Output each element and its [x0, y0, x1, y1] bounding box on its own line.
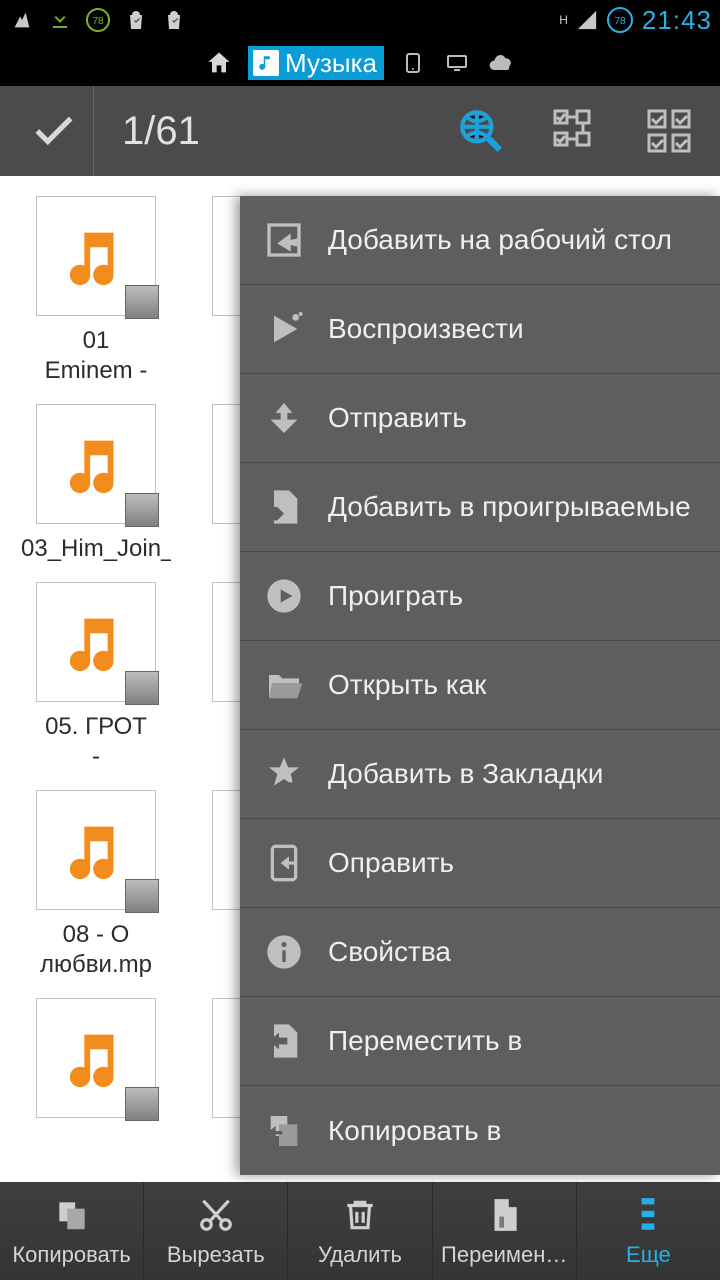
shortcut-icon [262, 218, 306, 262]
signal-icon [576, 9, 598, 31]
music-file-icon [36, 998, 156, 1118]
home-icon[interactable] [204, 48, 234, 78]
more-label: Еще [626, 1242, 671, 1268]
file-label: 05. ГРОТ - [21, 712, 171, 772]
copy-to-icon [262, 1109, 306, 1153]
music-file-icon [36, 196, 156, 316]
tree-select-icon[interactable] [548, 104, 602, 158]
bag-icon-2 [160, 6, 188, 34]
cut-button[interactable]: Вырезать [144, 1182, 288, 1280]
clock: 21:43 [642, 5, 712, 36]
play-icon [262, 307, 306, 351]
menu-item-play-circle[interactable]: Проиграть [240, 552, 720, 641]
context-menu: Добавить на рабочий стол Воспроизвести Отп… [240, 196, 720, 1175]
menu-item-label: Переместить в [328, 1025, 522, 1057]
file-item[interactable]: 08 - О любви.mp [14, 790, 178, 980]
usb-icon [8, 6, 36, 34]
more-button[interactable]: Еще [577, 1182, 720, 1280]
path-tabs: Музыка [0, 40, 720, 86]
bag-icon [122, 6, 150, 34]
bottom-toolbar: Копировать Вырезать Удалить Переимен… Ещ… [0, 1182, 720, 1280]
selection-counter: 1/61 [122, 109, 454, 154]
phone-icon[interactable] [398, 48, 428, 78]
share-device-icon [262, 841, 306, 885]
folder-open-icon [262, 663, 306, 707]
star-add-icon [262, 752, 306, 796]
menu-item-label: Отправить [328, 402, 467, 434]
copy-icon [51, 1194, 93, 1236]
file-label: 08 - О любви.mp [21, 920, 171, 980]
more-icon [627, 1194, 669, 1236]
ring-78-icon: 78 [606, 6, 634, 34]
svg-text:78: 78 [614, 16, 626, 27]
menu-item-label: Воспроизвести [328, 313, 524, 345]
pc-icon[interactable] [442, 48, 472, 78]
menu-item-copy-to[interactable]: Копировать в [240, 1086, 720, 1175]
menu-item-add-file[interactable]: Добавить в проигрываемые [240, 463, 720, 552]
play-circle-icon [262, 574, 306, 618]
copy-button[interactable]: Копировать [0, 1182, 144, 1280]
rename-icon [483, 1194, 525, 1236]
menu-item-play[interactable]: Воспроизвести [240, 285, 720, 374]
rename-button[interactable]: Переимен… [433, 1182, 577, 1280]
music-icon [253, 50, 279, 76]
menu-item-label: Добавить в проигрываемые [328, 491, 691, 523]
file-label: 01 Eminem - [21, 326, 171, 386]
menu-item-info[interactable]: Свойства [240, 908, 720, 997]
svg-text:78: 78 [92, 16, 104, 27]
menu-item-shortcut[interactable]: Добавить на рабочий стол [240, 196, 720, 285]
delete-label: Удалить [318, 1242, 402, 1268]
info-icon [262, 930, 306, 974]
status-bar: 78 H 78 21:43 [0, 0, 720, 40]
music-file-icon [36, 582, 156, 702]
cut-label: Вырезать [167, 1242, 265, 1268]
network-label: H [559, 13, 568, 27]
menu-item-label: Открыть как [328, 669, 486, 701]
search-web-icon[interactable] [454, 104, 508, 158]
send-icon [262, 396, 306, 440]
tab-music-label: Музыка [285, 48, 377, 79]
file-item[interactable]: 05. ГРОТ - [14, 582, 178, 772]
file-item[interactable] [14, 998, 178, 1128]
cloud-icon[interactable] [486, 48, 516, 78]
tab-music[interactable]: Музыка [248, 46, 384, 80]
file-item[interactable]: 01 Eminem - [14, 196, 178, 386]
menu-item-label: Копировать в [328, 1115, 501, 1147]
menu-item-label: Проиграть [328, 580, 463, 612]
menu-item-send[interactable]: Отправить [240, 374, 720, 463]
menu-item-label: Добавить на рабочий стол [328, 224, 672, 256]
move-to-icon [262, 1019, 306, 1063]
menu-item-label: Оправить [328, 847, 454, 879]
file-label: 03_Him_Join_me_in_ [21, 534, 171, 564]
music-file-icon [36, 404, 156, 524]
add-file-icon [262, 485, 306, 529]
menu-item-move-to[interactable]: Переместить в [240, 997, 720, 1086]
music-file-icon [36, 790, 156, 910]
rename-label: Переимен… [441, 1242, 567, 1268]
cut-icon [195, 1194, 237, 1236]
menu-item-label: Добавить в Закладки [328, 758, 603, 790]
badge-78-icon: 78 [84, 6, 112, 34]
menu-item-star-add[interactable]: Добавить в Закладки [240, 730, 720, 819]
select-all-icon[interactable] [642, 104, 696, 158]
menu-item-folder-open[interactable]: Открыть как [240, 641, 720, 730]
file-item[interactable]: 03_Him_Join_me_in_ [14, 404, 178, 564]
trash-icon [339, 1194, 381, 1236]
menu-item-share-device[interactable]: Оправить [240, 819, 720, 908]
menu-item-label: Свойства [328, 936, 451, 968]
done-button[interactable] [14, 86, 94, 176]
delete-button[interactable]: Удалить [288, 1182, 432, 1280]
selection-bar: 1/61 [0, 86, 720, 176]
download-icon [46, 6, 74, 34]
copy-label: Копировать [12, 1242, 130, 1268]
